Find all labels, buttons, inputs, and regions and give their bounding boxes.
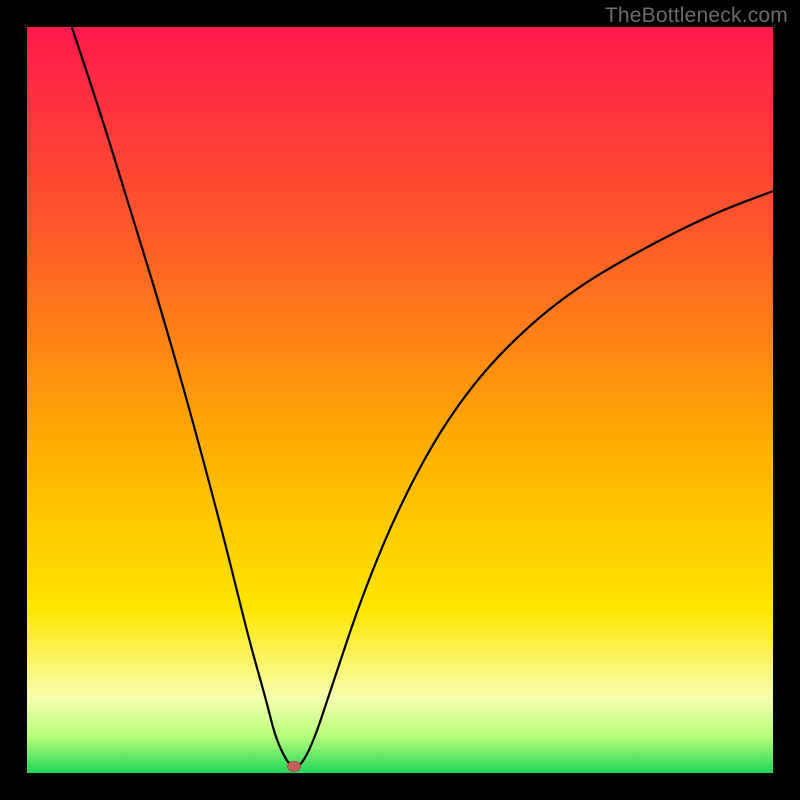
chart-stage: TheBottleneck.com [0, 0, 800, 800]
optimal-point-marker [287, 761, 301, 772]
watermark-text: TheBottleneck.com [605, 4, 788, 28]
bottleneck-curve [27, 27, 773, 773]
plot-area [27, 27, 773, 773]
curve-path [72, 27, 773, 767]
